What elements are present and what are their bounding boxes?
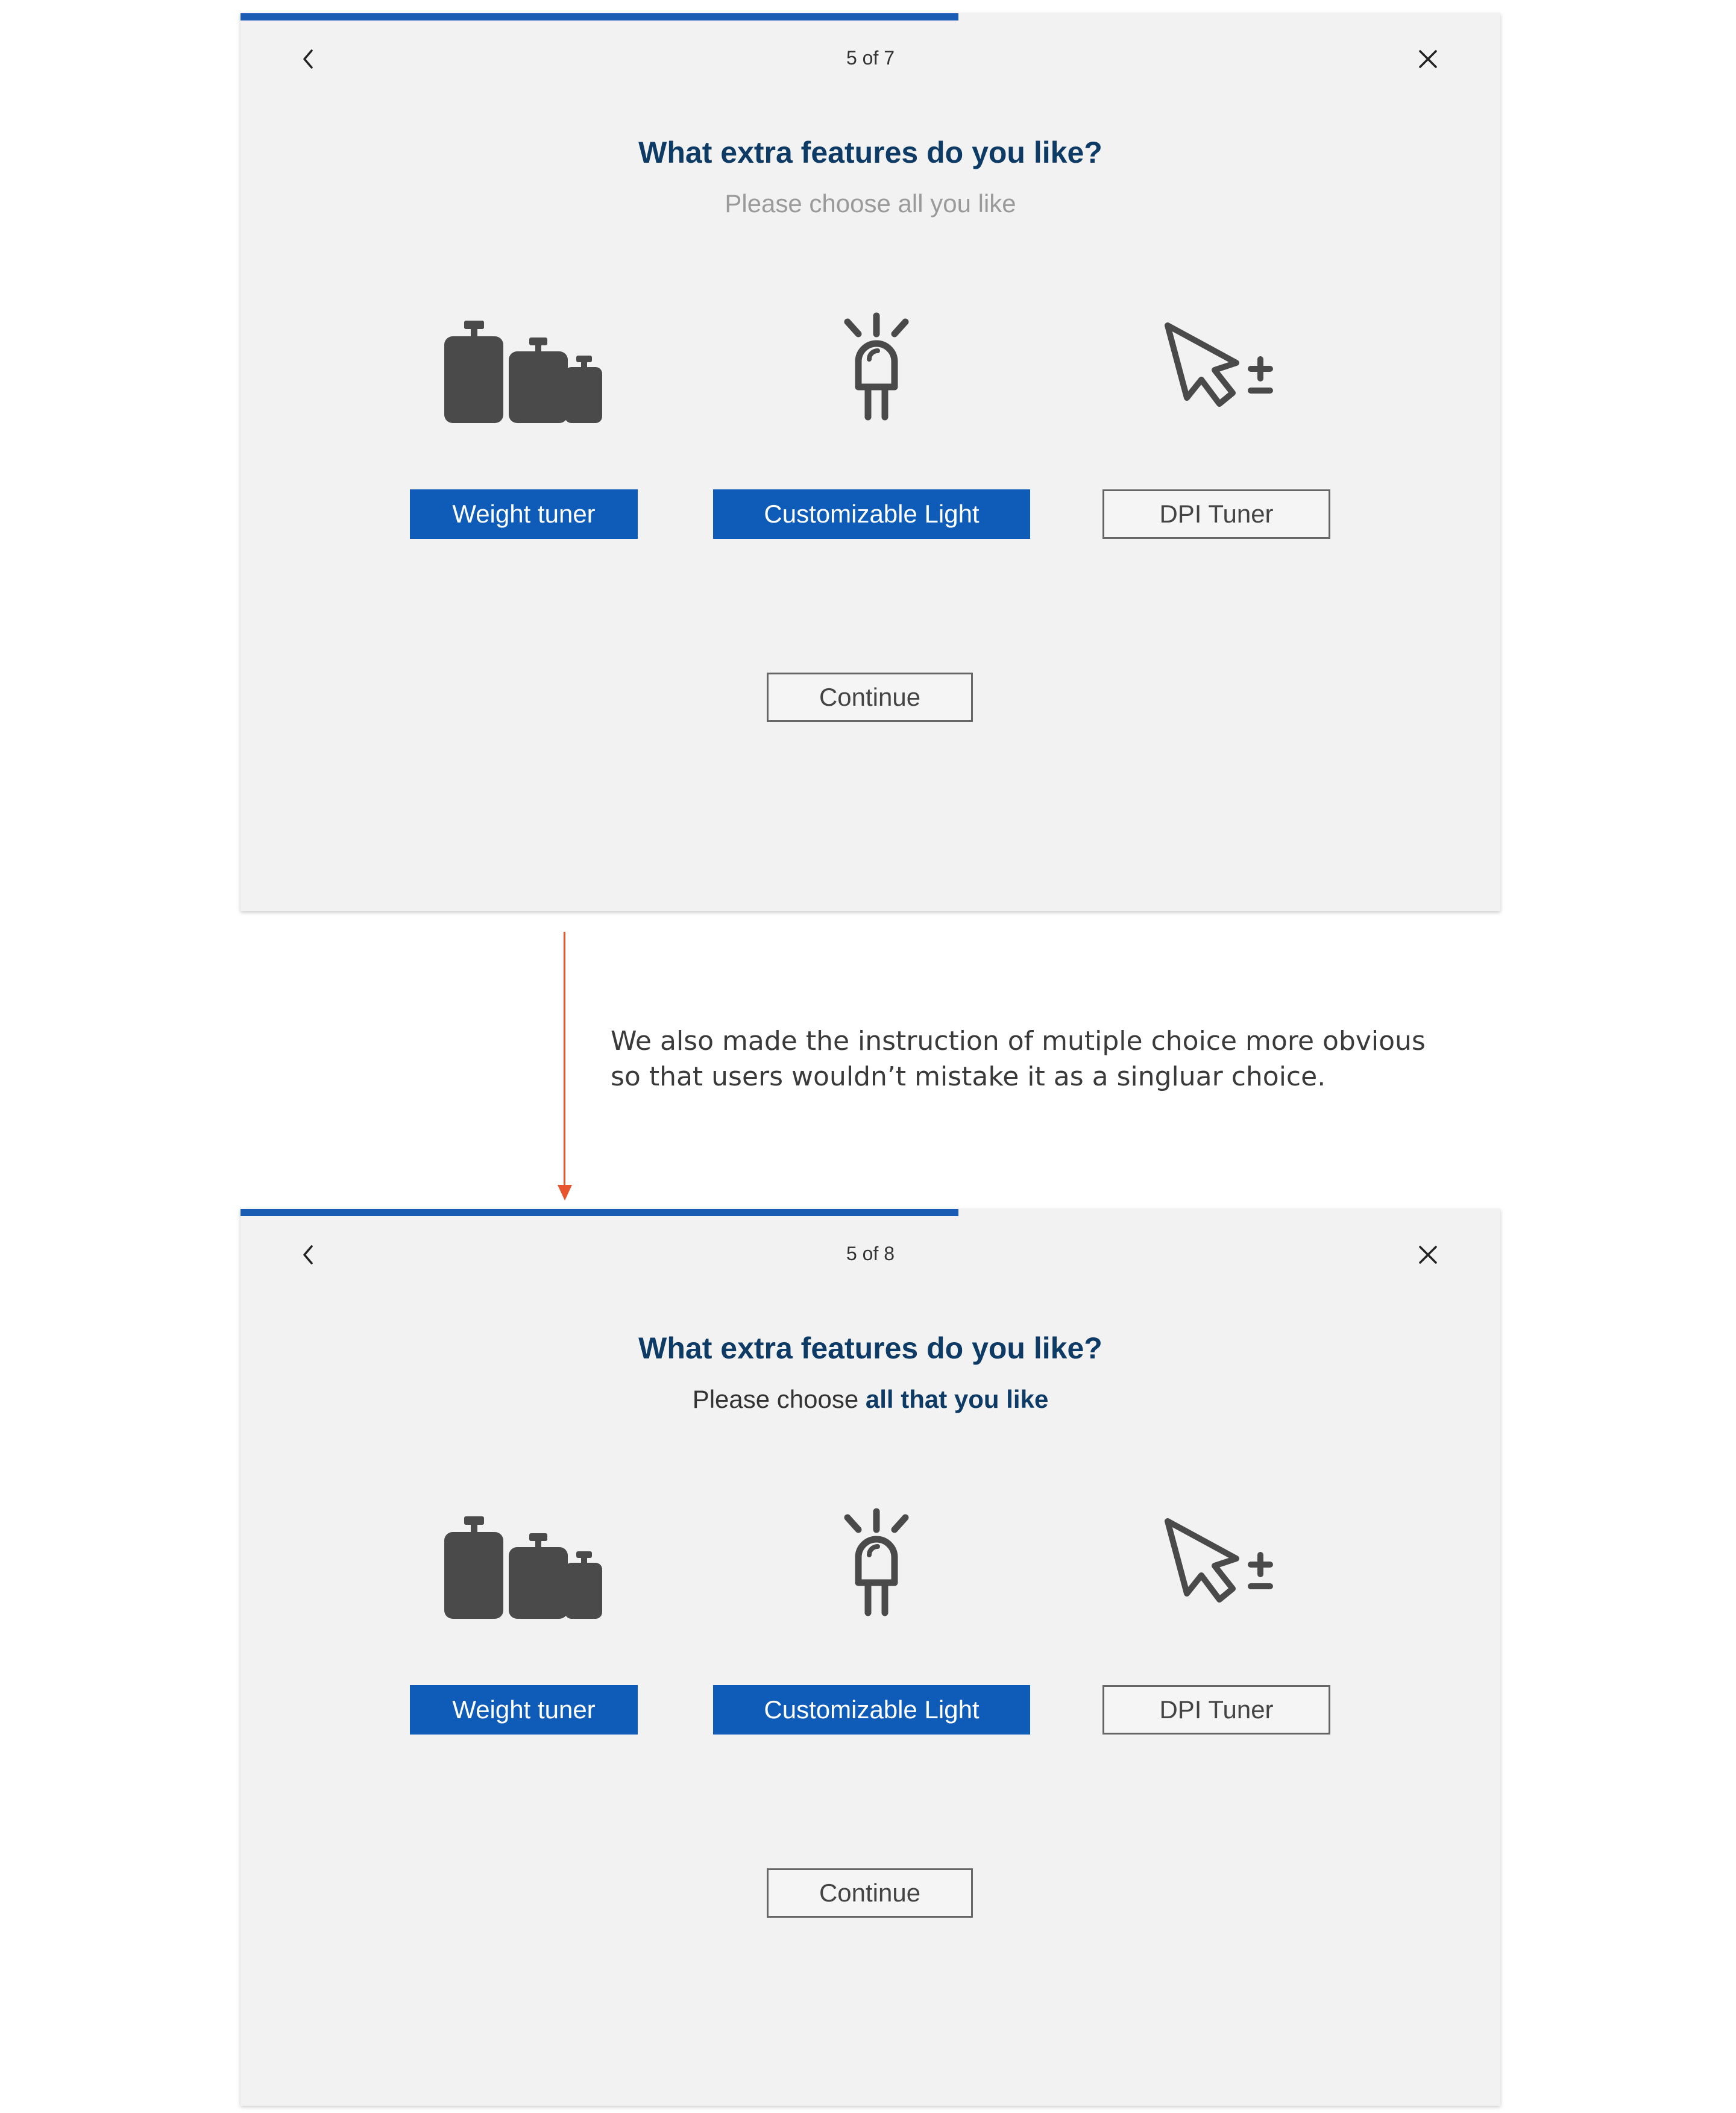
- question-title: What extra features do you like?: [638, 136, 1102, 169]
- close-icon: [1419, 1246, 1437, 1264]
- transition-arrow-line: [564, 932, 565, 1187]
- question-subtitle: Please choose all that you like: [241, 1385, 1500, 1414]
- close-button[interactable]: [1410, 1237, 1446, 1273]
- option-customizable-light[interactable]: Customizable Light: [713, 1685, 1030, 1735]
- close-icon: [1419, 50, 1437, 68]
- step-counter: 5 of 8: [846, 1243, 895, 1264]
- continue-button[interactable]: Continue: [767, 673, 973, 722]
- cursor-plus-minus-icon: [1165, 1518, 1273, 1603]
- annotation-line: so that users wouldn’t mistake it as a s…: [611, 1061, 1326, 1092]
- close-button[interactable]: [1410, 41, 1446, 77]
- weights-icon: [444, 1516, 602, 1619]
- progress-bar: [241, 13, 959, 20]
- option-dpi-tuner[interactable]: DPI Tuner: [1102, 1685, 1330, 1735]
- led-light-icon: [844, 312, 909, 421]
- led-light-icon: [844, 1508, 909, 1616]
- subtitle-emphasis: all that you like: [865, 1385, 1049, 1413]
- option-weight-tuner[interactable]: Weight tuner: [410, 489, 638, 539]
- option-dpi-tuner[interactable]: DPI Tuner: [1102, 489, 1330, 539]
- question-subtitle: Please choose all you like: [725, 189, 1016, 218]
- option-customizable-light[interactable]: Customizable Light: [713, 489, 1030, 539]
- subtitle-prefix: Please choose: [692, 1385, 866, 1413]
- question-title: What extra features do you like?: [638, 1331, 1102, 1365]
- step-counter: 5 of 7: [846, 47, 895, 69]
- survey-panel-after: 5 of 8 What extra features do you like? …: [241, 1209, 1500, 2106]
- option-weight-tuner[interactable]: Weight tuner: [410, 1685, 638, 1735]
- design-annotation: We also made the instruction of mutiple …: [611, 1023, 1442, 1094]
- annotation-line: We also made the instruction of mutiple …: [611, 1026, 1426, 1056]
- arrow-down-icon: [558, 1185, 572, 1201]
- cursor-plus-minus-icon: [1165, 322, 1273, 407]
- progress-bar: [241, 1209, 959, 1216]
- continue-button[interactable]: Continue: [767, 1868, 973, 1918]
- survey-panel-before: 5 of 7 What extra features do you like? …: [241, 13, 1500, 911]
- weights-icon: [444, 321, 602, 423]
